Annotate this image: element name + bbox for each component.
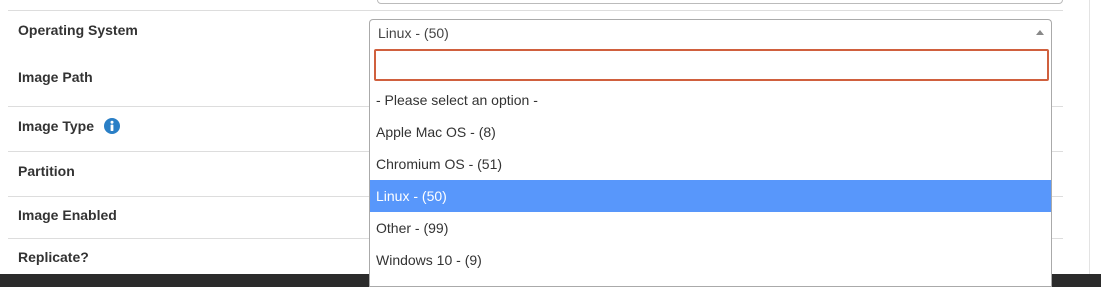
right-panel-border — [1089, 0, 1090, 274]
image-type-label-wrap: Image Type — [18, 118, 120, 134]
image-type-label: Image Type — [18, 118, 94, 134]
chevron-up-icon — [1036, 30, 1044, 35]
operating-system-label: Operating System — [18, 22, 138, 38]
replicate-label: Replicate? — [18, 249, 89, 265]
option-apple-mac-os[interactable]: Apple Mac OS - (8) — [370, 116, 1051, 148]
operating-system-selected-value: Linux - (50) — [378, 25, 449, 41]
operating-system-select[interactable]: Linux - (50) — [369, 19, 1052, 45]
option-windows-10[interactable]: Windows 10 - (9) — [370, 244, 1051, 276]
previous-field-input[interactable] — [377, 0, 1063, 4]
image-path-label: Image Path — [18, 69, 93, 85]
option-please-select[interactable]: - Please select an option - — [370, 84, 1051, 116]
option-chromium-os[interactable]: Chromium OS - (51) — [370, 148, 1051, 180]
info-icon[interactable] — [103, 118, 120, 134]
operating-system-dropdown: - Please select an option - Apple Mac OS… — [369, 45, 1052, 287]
partition-label: Partition — [18, 163, 75, 179]
dropdown-options-list: - Please select an option - Apple Mac OS… — [370, 84, 1051, 276]
option-linux[interactable]: Linux - (50) — [370, 180, 1051, 212]
dropdown-search-input[interactable] — [374, 49, 1049, 81]
page: Operating System Image Path Image Type P… — [0, 0, 1101, 287]
option-other[interactable]: Other - (99) — [370, 212, 1051, 244]
image-enabled-label: Image Enabled — [18, 207, 117, 223]
